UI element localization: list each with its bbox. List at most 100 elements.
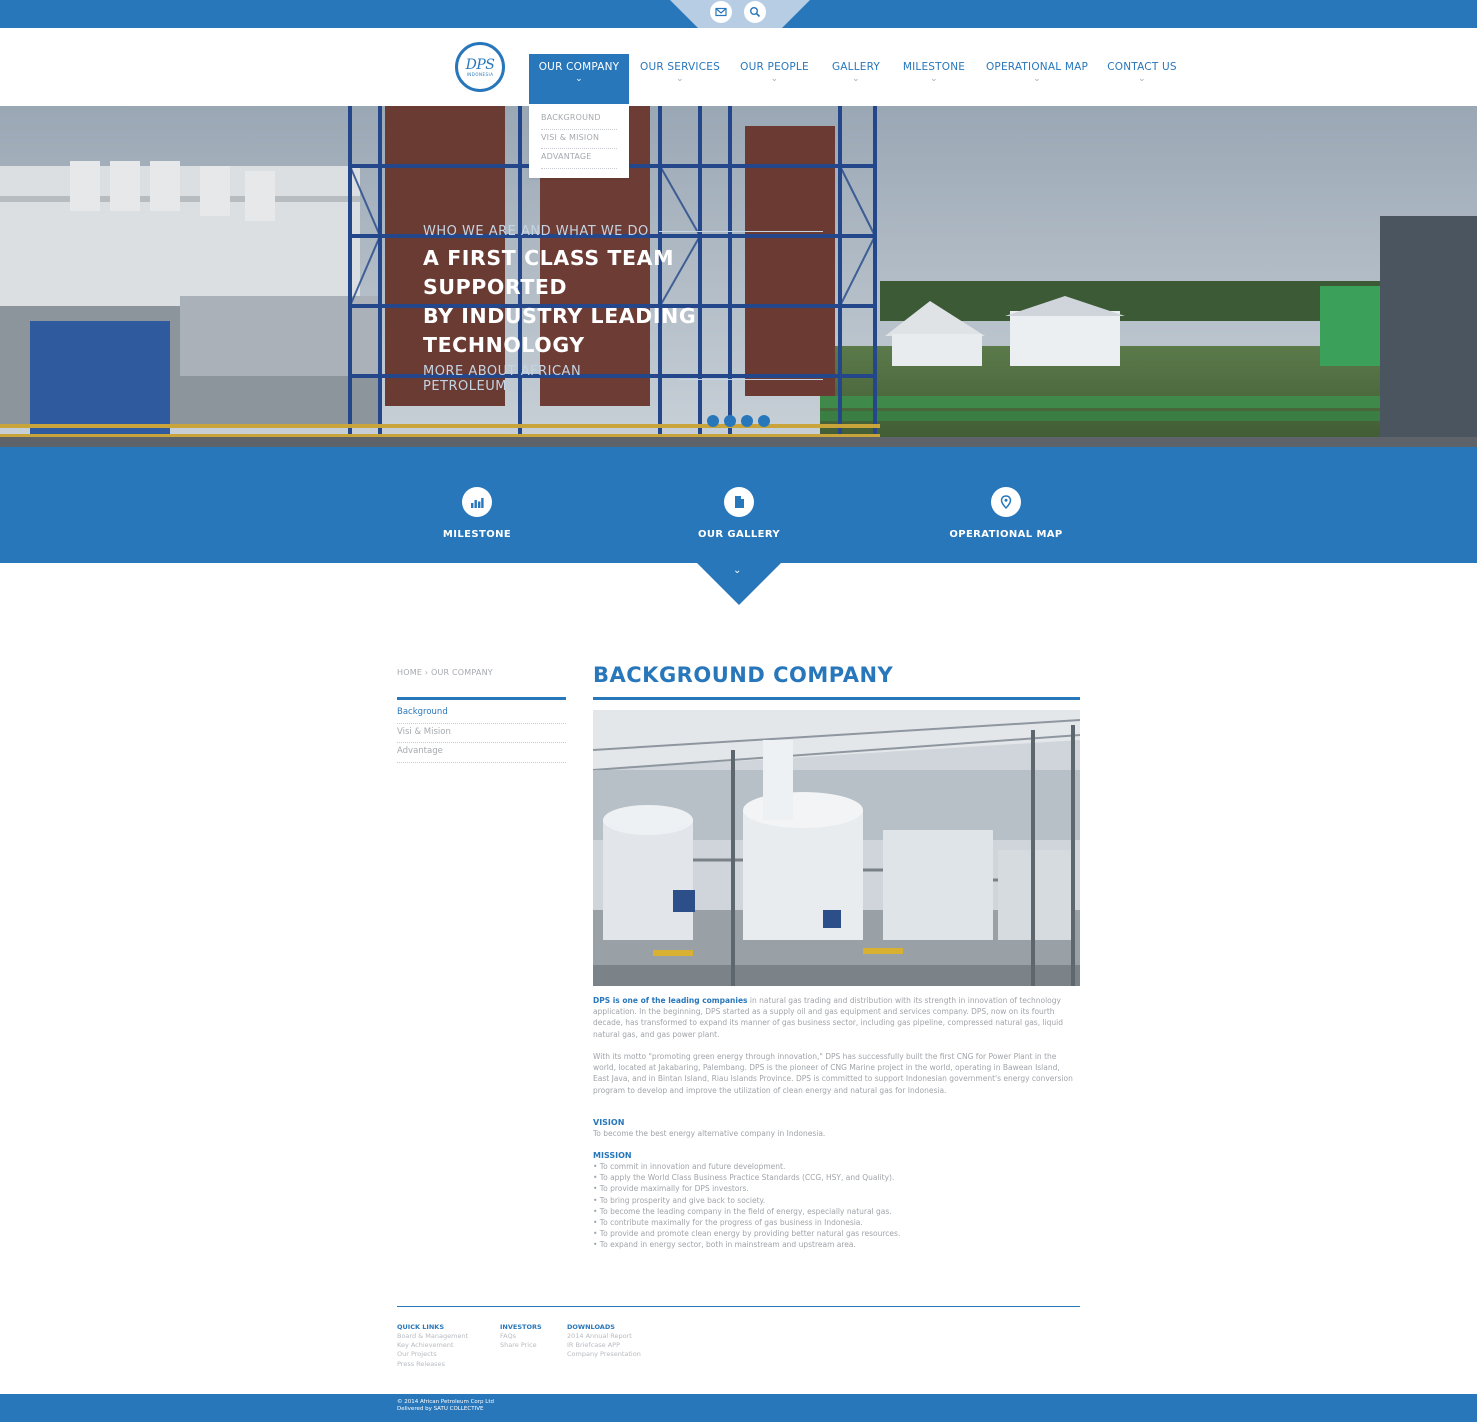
intro-lead: DPS is one of the leading companies	[593, 996, 748, 1005]
nav-label: OUR COMPANY	[538, 61, 620, 73]
map-pin-icon	[991, 487, 1021, 517]
feature-label: OPERATIONAL MAP	[949, 529, 1063, 540]
hero-more-link[interactable]: MORE ABOUT AFRICAN PETROLEUM	[423, 364, 823, 394]
nav-gallery[interactable]: GALLERY ⌄	[826, 54, 886, 104]
feature-label: MILESTONE	[442, 529, 512, 540]
chevron-down-icon: ⌄	[1138, 74, 1146, 84]
footer-quick-links: QUICK LINKS Board & Management Key Achie…	[397, 1323, 468, 1369]
search-button[interactable]	[744, 1, 766, 23]
slider-dot[interactable]	[724, 415, 736, 427]
footer-heading: DOWNLOADS	[567, 1323, 615, 1331]
slider-dot[interactable]	[741, 415, 753, 427]
dps-logo[interactable]: DPS INDONESIA	[455, 42, 505, 92]
feature-milestone[interactable]: MILESTONE	[397, 487, 557, 540]
footer-link[interactable]: Key Achievement	[397, 1341, 468, 1350]
chevron-down-icon: ⌄	[676, 74, 684, 84]
footer-link[interactable]: FAQs	[500, 1332, 542, 1341]
list-item: • To provide and promote clean energy by…	[593, 1229, 901, 1239]
slider-pagination	[707, 415, 770, 427]
list-item: • To bring prosperity and give back to s…	[593, 1195, 766, 1205]
vision-heading: VISION	[593, 1118, 625, 1127]
nav-operational-map[interactable]: OPERATIONAL MAP ⌄	[985, 54, 1089, 104]
hero-more-text: MORE ABOUT AFRICAN PETROLEUM	[423, 364, 582, 394]
footer-link[interactable]: 2014 Annual Report	[567, 1332, 641, 1341]
mission-list: • To commit in innovation and future dev…	[593, 1161, 1073, 1251]
feature-our-gallery[interactable]: OUR GALLERY	[659, 487, 819, 540]
slider-dot[interactable]	[758, 415, 770, 427]
list-item: • To become the leading company in the f…	[593, 1206, 892, 1216]
delivered-by-text[interactable]: Delivered by SATU COLLECTIVE	[397, 1406, 494, 1413]
footer-link[interactable]: Company Presentation	[567, 1350, 641, 1359]
copyright-text: © 2014 African Petroleum Corp Ltd	[397, 1399, 495, 1405]
footer-heading: QUICK LINKS	[397, 1323, 445, 1331]
footer-heading: INVESTORS	[500, 1323, 542, 1331]
hero-kicker: WHO WE ARE AND WHAT WE DO	[423, 222, 823, 240]
chevron-down-icon: ⌄	[575, 74, 583, 84]
slider-dot[interactable]	[707, 415, 719, 427]
divider	[678, 378, 823, 380]
hero-kicker-text: WHO WE ARE AND WHAT WE DO	[423, 223, 649, 239]
dropdown-item-background[interactable]: BACKGROUND	[541, 110, 617, 130]
chevron-down-icon: ⌄	[930, 74, 938, 84]
logo-subtext: INDONESIA	[466, 71, 494, 77]
footer-link[interactable]: Our Projects	[397, 1350, 468, 1359]
nav-label: OUR PEOPLE	[740, 61, 809, 73]
hero-caption: WHO WE ARE AND WHAT WE DO A FIRST CLASS …	[423, 222, 823, 394]
footer-link[interactable]: Board & Management	[397, 1332, 468, 1341]
bar-chart-icon	[462, 487, 492, 517]
chevron-down-icon: ⌄	[852, 74, 860, 84]
hero-slider: WHO WE ARE AND WHAT WE DO A FIRST CLASS …	[0, 106, 1477, 447]
nav-label: GALLERY	[831, 61, 881, 73]
nav-our-company[interactable]: OUR COMPANY ⌄	[529, 54, 629, 104]
envelope-icon	[715, 7, 727, 17]
our-company-dropdown: BACKGROUND VISI & MISION ADVANTAGE	[529, 106, 629, 178]
list-item: • To apply the World Class Business Prac…	[593, 1173, 895, 1183]
hero-title-line-2: BY INDUSTRY LEADING TECHNOLOGY	[423, 304, 697, 357]
sidebar-item-background[interactable]: Background	[397, 704, 566, 724]
motto-paragraph: With its motto "promoting green energy t…	[593, 1052, 1073, 1095]
nav-our-people[interactable]: OUR PEOPLE ⌄	[737, 54, 812, 104]
email-button[interactable]	[710, 1, 732, 23]
footer-link[interactable]: IR Briefcase APP	[567, 1341, 641, 1350]
footer-link[interactable]: Press Releases	[397, 1360, 468, 1369]
nav-contact-us[interactable]: CONTACT US ⌄	[1105, 54, 1179, 104]
nav-label: MILESTONE	[902, 61, 966, 73]
intro-paragraph: DPS is one of the leading companies in n…	[593, 995, 1073, 1040]
dropdown-item-visi-mision[interactable]: VISI & MISION	[541, 130, 617, 149]
facility-photo	[593, 710, 1080, 986]
hero-title-line-1: A FIRST CLASS TEAM SUPPORTED	[423, 246, 675, 299]
feature-band: MILESTONE OUR GALLERY OPERATIONAL MAP	[0, 447, 1477, 563]
footer-divider	[397, 1306, 1080, 1307]
footer-downloads: DOWNLOADS 2014 Annual Report IR Briefcas…	[567, 1323, 641, 1360]
dropdown-item-advantage[interactable]: ADVANTAGE	[541, 149, 617, 169]
sidebar-item-advantage[interactable]: Advantage	[397, 743, 566, 763]
mission-heading: MISSION	[593, 1151, 632, 1160]
list-item: • To provide maximally for DPS investors…	[593, 1184, 749, 1194]
nav-label: OUR SERVICES	[640, 61, 720, 73]
divider	[658, 230, 823, 232]
chevron-down-icon: ⌄	[770, 74, 779, 84]
footer-link[interactable]: Share Price	[500, 1341, 542, 1350]
nav-milestone[interactable]: MILESTONE ⌄	[898, 54, 970, 104]
list-item: • To contribute maximally for the progre…	[593, 1218, 863, 1228]
nav-label: OPERATIONAL MAP	[985, 61, 1089, 73]
sidebar-menu: Background Visi & Mision Advantage	[397, 704, 566, 763]
nav-our-services[interactable]: OUR SERVICES ⌄	[640, 54, 720, 104]
page-title: BACKGROUND COMPANY	[593, 663, 894, 687]
list-item: • To commit in innovation and future dev…	[593, 1162, 786, 1171]
search-icon	[750, 7, 761, 18]
chevron-down-icon: ⌄	[1033, 74, 1041, 84]
feature-operational-map[interactable]: OPERATIONAL MAP	[926, 487, 1086, 540]
hero-title: A FIRST CLASS TEAM SUPPORTED BY INDUSTRY…	[423, 244, 823, 360]
chevron-down-icon: ⌄	[733, 565, 742, 576]
breadcrumb[interactable]: HOME › OUR COMPANY	[397, 668, 493, 677]
top-utility-bar	[0, 0, 1477, 28]
nav-label: CONTACT US	[1107, 61, 1177, 73]
site-header: DPS INDONESIA OUR COMPANY ⌄ OUR SERVICES…	[0, 28, 1477, 106]
facility-illustration	[593, 710, 1080, 986]
sidebar-item-visi-mision[interactable]: Visi & Mision	[397, 724, 566, 743]
vision-text: To become the best energy alternative co…	[593, 1129, 826, 1138]
copyright: © 2014 African Petroleum Corp Ltd Delive…	[397, 1399, 494, 1413]
feature-label: OUR GALLERY	[697, 529, 781, 540]
footer-bar: © 2014 African Petroleum Corp Ltd Delive…	[0, 1394, 1477, 1422]
